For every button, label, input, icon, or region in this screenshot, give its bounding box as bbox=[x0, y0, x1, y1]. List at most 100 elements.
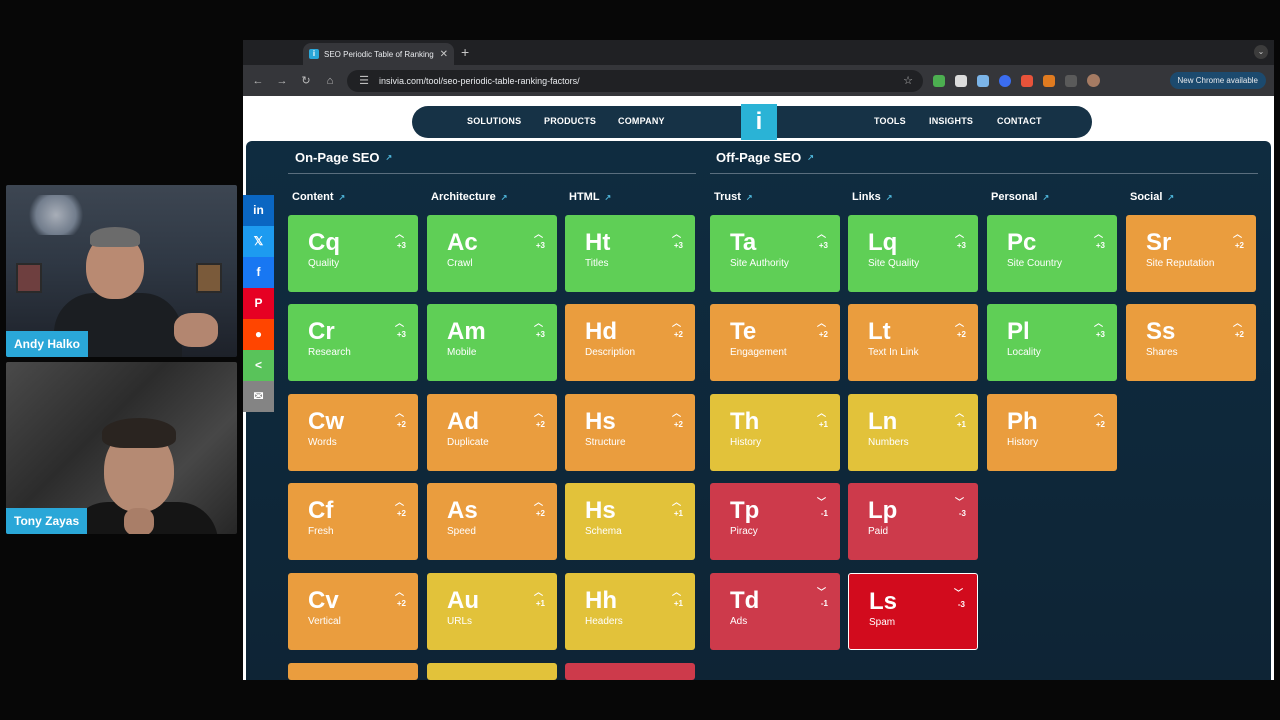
nav-contact[interactable]: CONTACT bbox=[997, 116, 1042, 126]
factor-tile-cq[interactable]: Cq Quality ︿ +3 bbox=[288, 215, 418, 292]
factor-tile-partial[interactable] bbox=[427, 663, 557, 680]
factor-weight: +1 bbox=[535, 599, 545, 608]
chevron-up-icon: ︿ bbox=[394, 497, 404, 507]
bookmark-star-icon[interactable]: ☆ bbox=[903, 74, 913, 87]
category-label: Social bbox=[1130, 191, 1163, 203]
factor-weight: +1 bbox=[956, 420, 966, 429]
nav-company[interactable]: COMPANY bbox=[618, 116, 665, 126]
external-link-icon: ↗ bbox=[1167, 192, 1175, 202]
factor-tile-cv[interactable]: Cv Vertical ︿ +2 bbox=[288, 573, 418, 650]
site-info-icon[interactable]: ☰ bbox=[357, 74, 371, 87]
browser-toolbar: ← → ↻ ⌂ ☰ insivia.com/tool/seo-periodic-… bbox=[243, 65, 1274, 96]
factor-tile-lt[interactable]: Lt Text In Link ︿ +2 bbox=[848, 304, 978, 381]
factor-symbol: Pl bbox=[1007, 318, 1030, 345]
factor-tile-cw[interactable]: Cw Words ︿ +2 bbox=[288, 394, 418, 471]
factor-tile-hh[interactable]: Hh Headers ︿ +1 bbox=[565, 573, 695, 650]
tab-search-icon[interactable]: ⌄ bbox=[1254, 45, 1268, 59]
extension-icon[interactable] bbox=[1043, 74, 1055, 87]
factor-tile-ta[interactable]: Ta Site Authority ︿ +3 bbox=[710, 215, 840, 292]
extensions-puzzle-icon[interactable] bbox=[1065, 74, 1077, 87]
external-link-icon: ↗ bbox=[385, 153, 393, 162]
factor-tile-hd[interactable]: Hd Description ︿ +2 bbox=[565, 304, 695, 381]
factor-tile-ad[interactable]: Ad Duplicate ︿ +2 bbox=[427, 394, 557, 471]
chevron-up-icon: ︿ bbox=[671, 497, 681, 507]
factor-tile-as[interactable]: As Speed ︿ +2 bbox=[427, 483, 557, 560]
new-tab-icon[interactable]: + bbox=[461, 45, 469, 59]
factor-tile-td[interactable]: Td Ads ﹀ -1 bbox=[710, 573, 840, 650]
factor-tile-am[interactable]: Am Mobile ︿ +3 bbox=[427, 304, 557, 381]
factor-tile-ac[interactable]: Ac Crawl ︿ +3 bbox=[427, 215, 557, 292]
linkedin-icon[interactable]: in bbox=[243, 195, 274, 226]
factor-tile-lq[interactable]: Lq Site Quality ︿ +3 bbox=[848, 215, 978, 292]
factor-symbol: Ht bbox=[585, 229, 611, 256]
factor-tile-au[interactable]: Au URLs ︿ +1 bbox=[427, 573, 557, 650]
factor-tile-partial[interactable] bbox=[288, 663, 418, 680]
chevron-up-icon: ︿ bbox=[394, 229, 404, 239]
close-icon[interactable]: ✕ bbox=[440, 49, 448, 60]
chevron-up-icon: ︿ bbox=[533, 497, 543, 507]
extension-icon[interactable] bbox=[1021, 74, 1033, 87]
x-icon[interactable]: 𝕏 bbox=[243, 226, 274, 257]
extension-icon[interactable] bbox=[933, 74, 945, 87]
facebook-icon[interactable]: f bbox=[243, 257, 274, 288]
factor-weight: +3 bbox=[396, 241, 406, 250]
chrome-update-button[interactable]: New Chrome available bbox=[1169, 72, 1266, 89]
factor-tile-sr[interactable]: Sr Site Reputation ︿ +2 bbox=[1126, 215, 1256, 292]
category-content[interactable]: Content ↗ bbox=[292, 191, 345, 203]
category-architecture[interactable]: Architecture ↗ bbox=[431, 191, 508, 203]
factor-label: Crawl bbox=[447, 258, 473, 269]
email-icon[interactable]: ✉ bbox=[243, 381, 274, 412]
factor-tile-ss[interactable]: Ss Shares ︿ +2 bbox=[1126, 304, 1256, 381]
extension-icon[interactable] bbox=[999, 74, 1011, 87]
profile-avatar[interactable] bbox=[1087, 74, 1100, 87]
factor-tile-pl[interactable]: Pl Locality ︿ +3 bbox=[987, 304, 1117, 381]
factor-weight: +2 bbox=[396, 599, 406, 608]
factor-symbol: Tp bbox=[730, 497, 760, 524]
factor-tile-th[interactable]: Th History ︿ +1 bbox=[710, 394, 840, 471]
category-personal[interactable]: Personal ↗ bbox=[991, 191, 1049, 203]
factor-tile-hs[interactable]: Hs Structure ︿ +2 bbox=[565, 394, 695, 471]
factor-weight: +1 bbox=[673, 509, 683, 518]
nav-insights[interactable]: INSIGHTS bbox=[929, 116, 973, 126]
nav-products[interactable]: PRODUCTS bbox=[544, 116, 596, 126]
reddit-icon[interactable]: ● bbox=[243, 319, 274, 350]
chevron-up-icon: ︿ bbox=[671, 408, 681, 418]
factor-tile-tp[interactable]: Tp Piracy ﹀ -1 bbox=[710, 483, 840, 560]
extension-icon[interactable] bbox=[955, 74, 967, 87]
factor-tile-te[interactable]: Te Engagement ︿ +2 bbox=[710, 304, 840, 381]
category-social[interactable]: Social ↗ bbox=[1130, 191, 1174, 203]
factor-tile-ln[interactable]: Ln Numbers ︿ +1 bbox=[848, 394, 978, 471]
chevron-up-icon: ︿ bbox=[671, 587, 681, 597]
reload-icon[interactable]: ↻ bbox=[299, 74, 313, 87]
factor-tile-cr[interactable]: Cr Research ︿ +3 bbox=[288, 304, 418, 381]
home-icon[interactable]: ⌂ bbox=[323, 75, 337, 87]
section-off-page[interactable]: Off-Page SEO ↗ bbox=[716, 150, 814, 165]
factor-label: Structure bbox=[585, 437, 626, 448]
factor-tile-ph[interactable]: Ph History ︿ +2 bbox=[987, 394, 1117, 471]
site-logo[interactable]: i bbox=[741, 104, 777, 140]
chevron-up-icon: ︿ bbox=[1232, 318, 1242, 328]
factor-weight: +2 bbox=[1234, 330, 1244, 339]
extension-icon[interactable] bbox=[977, 74, 989, 87]
browser-tab[interactable]: i SEO Periodic Table of Ranking ✕ bbox=[303, 43, 454, 65]
category-html[interactable]: HTML ↗ bbox=[569, 191, 611, 203]
category-links[interactable]: Links ↗ bbox=[852, 191, 892, 203]
category-trust[interactable]: Trust ↗ bbox=[714, 191, 753, 203]
forward-icon[interactable]: → bbox=[275, 75, 289, 87]
pinterest-icon[interactable]: P bbox=[243, 288, 274, 319]
section-on-page[interactable]: On-Page SEO ↗ bbox=[295, 150, 392, 165]
address-bar[interactable]: ☰ insivia.com/tool/seo-periodic-table-ra… bbox=[347, 69, 923, 92]
factor-tile-pc[interactable]: Pc Site Country ︿ +3 bbox=[987, 215, 1117, 292]
nav-solutions[interactable]: SOLUTIONS bbox=[467, 116, 521, 126]
factor-tile-ht[interactable]: Ht Titles ︿ +3 bbox=[565, 215, 695, 292]
factor-tile-lp[interactable]: Lp Paid ﹀ -3 bbox=[848, 483, 978, 560]
nav-tools[interactable]: TOOLS bbox=[874, 116, 906, 126]
factor-tile-partial[interactable] bbox=[565, 663, 695, 680]
back-icon[interactable]: ← bbox=[251, 75, 265, 87]
factor-tile-hs[interactable]: Hs Schema ︿ +1 bbox=[565, 483, 695, 560]
factor-tile-ls[interactable]: Ls Spam ﹀ -3 bbox=[848, 573, 978, 650]
share-icon[interactable]: < bbox=[243, 350, 274, 381]
category-label: Content bbox=[292, 191, 334, 203]
chevron-up-icon: ︿ bbox=[394, 587, 404, 597]
factor-tile-cf[interactable]: Cf Fresh ︿ +2 bbox=[288, 483, 418, 560]
